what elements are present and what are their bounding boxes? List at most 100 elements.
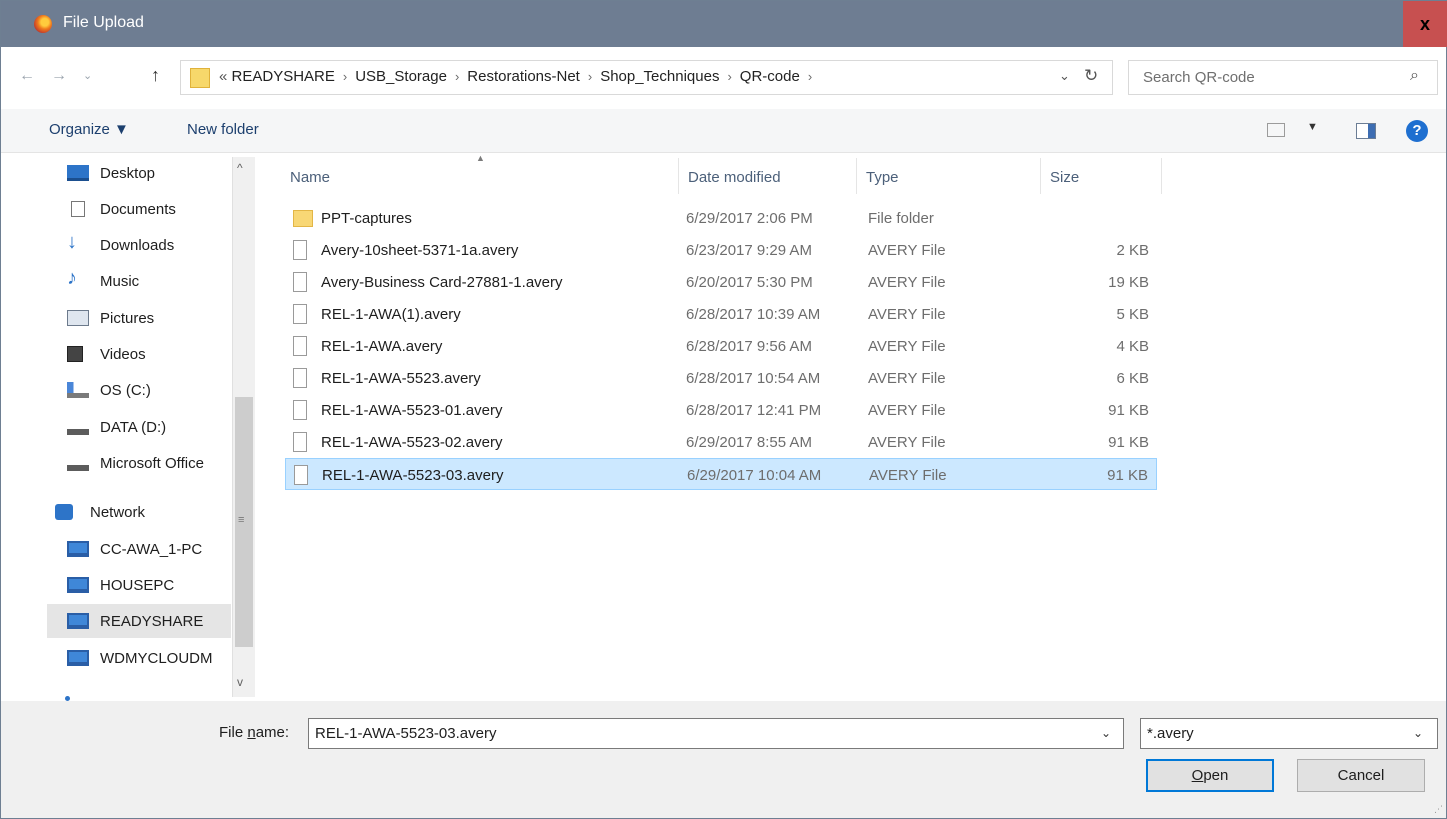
file-type: AVERY File [868,338,946,355]
column-header-label: Date modified [688,169,781,186]
file-date: 6/29/2017 8:55 AM [686,434,812,451]
close-button[interactable]: x [1403,1,1447,47]
recent-locations-chevron-icon[interactable]: ⌄ [83,69,92,82]
column-header-size[interactable]: Size [1041,158,1162,194]
resize-grip-icon[interactable]: ⋰ [1434,804,1443,815]
file-row[interactable]: REL-1-AWA-5523-02.avery 6/29/2017 8:55 A… [285,426,1157,458]
new-folder-button[interactable]: New folder [187,121,259,138]
command-bar: Organize ▼ New folder ▼ ? [1,109,1446,153]
nav-item-label: Videos [100,346,146,363]
file-row[interactable]: Avery-10sheet-5371-1a.avery 6/23/2017 9:… [285,234,1157,266]
address-dropdown-icon[interactable]: ⌄ [1059,68,1070,84]
help-icon[interactable]: ? [1406,120,1428,142]
breadcrumb-separator-icon[interactable]: › [808,69,812,84]
nav-item-label: Downloads [100,237,175,254]
nav-item-readyshare[interactable]: READYSHARE [47,604,231,638]
nav-item-label: Pictures [100,310,155,327]
breadcrumb-readyshare[interactable]: READYSHARE [232,68,335,85]
file-name-label-accesskey: n [247,724,256,741]
chevron-down-icon[interactable]: ⌄ [1101,726,1111,740]
pictures-icon [67,310,89,326]
file-row[interactable]: REL-1-AWA-5523.avery 6/28/2017 10:54 AM … [285,362,1157,394]
forward-arrow-icon[interactable]: → [51,67,67,85]
column-header-label: Type [866,169,899,186]
open-button[interactable]: Open [1146,759,1274,792]
drive-icon [67,419,89,435]
file-row[interactable]: Avery-Business Card-27881-1.avery 6/20/2… [285,266,1157,298]
view-options-icon[interactable] [1267,123,1285,137]
folder-icon [190,68,210,88]
search-placeholder: Search QR-code [1143,69,1255,86]
cancel-button[interactable]: Cancel [1297,759,1425,792]
nav-item-label: Microsoft Office [100,455,204,472]
column-header-label: Name [290,169,331,186]
file-name-input[interactable]: REL-1-AWA-5523-03.avery ⌄ [308,718,1124,749]
search-box[interactable]: Search QR-code ⌕ [1128,60,1438,95]
back-arrow-icon[interactable]: ← [19,67,35,85]
breadcrumb-separator-icon[interactable]: › [727,69,731,84]
nav-item-label: OS (C:) [100,382,151,399]
file-name-label: File name: [219,724,289,741]
nav-scrollbar[interactable]: ^ ≡ v [232,157,255,697]
folder-icon [293,210,313,227]
breadcrumb-shop-techniques[interactable]: Shop_Techniques [600,68,719,85]
open-accesskey: O [1191,767,1204,784]
file-name: REL-1-AWA(1).avery [321,306,461,323]
file-name: REL-1-AWA-5523-01.avery [321,402,503,419]
breadcrumb-qr-code[interactable]: QR-code [740,68,800,85]
breadcrumb-overflow[interactable]: « [219,68,227,85]
title-bar: File Upload x [1,1,1447,47]
column-header-type[interactable]: Type [857,158,1041,194]
breadcrumb-restorations-net[interactable]: Restorations-Net [467,68,580,85]
nav-item-label: Documents [100,201,176,218]
file-row[interactable]: REL-1-AWA(1).avery 6/28/2017 10:39 AM AV… [285,298,1157,330]
os-drive-icon [67,382,89,398]
breadcrumb-usb-storage[interactable]: USB_Storage [355,68,447,85]
file-size: 4 KB [1116,338,1149,355]
nav-item-label: Desktop [100,165,156,182]
preview-pane-icon[interactable] [1356,123,1376,139]
breadcrumb-separator-icon[interactable]: › [455,69,459,84]
file-type-filter[interactable]: *.avery ⌄ [1140,718,1438,749]
file-icon [294,465,308,485]
file-name: Avery-10sheet-5371-1a.avery [321,242,519,259]
nav-item-label: Music [100,273,140,290]
file-icon [293,400,307,420]
scroll-down-icon[interactable]: v [237,675,243,689]
breadcrumb-separator-icon[interactable]: › [588,69,592,84]
file-name-label-text: File [219,724,248,741]
file-row[interactable]: PPT-captures 6/29/2017 2:06 PM File fold… [285,202,1157,234]
window-title: File Upload [63,14,144,31]
nav-item-label: WDMYCLOUDM [100,650,213,667]
refresh-icon[interactable]: ↻ [1084,66,1098,86]
nav-item-label: HOUSEPC [100,577,175,594]
chevron-down-icon[interactable]: ⌄ [1413,726,1423,740]
file-icon [293,368,307,388]
file-date: 6/28/2017 9:56 AM [686,338,812,355]
address-bar[interactable]: « READYSHARE › USB_Storage › Restorations-Ne… [180,60,1113,95]
column-header-name[interactable]: Name [281,158,679,194]
file-row[interactable]: REL-1-AWA.avery 6/28/2017 9:56 AM AVERY … [285,330,1157,362]
nav-item-label: READYSHARE [100,613,204,630]
file-type-filter-value: *.avery [1147,725,1194,742]
computer-icon [67,650,89,666]
computer-icon [67,541,89,557]
file-date: 6/28/2017 10:39 AM [686,306,821,323]
file-row[interactable]: REL-1-AWA-5523-01.avery 6/28/2017 12:41 … [285,394,1157,426]
search-icon[interactable]: ⌕ [1410,67,1426,84]
file-name-label-text: ame: [255,724,290,741]
organize-button[interactable]: Organize ▼ [49,121,129,138]
file-name: Avery-Business Card-27881-1.avery [321,274,563,291]
view-dropdown-icon[interactable]: ▼ [1307,121,1318,133]
breadcrumb-separator-icon[interactable]: › [343,69,347,84]
file-type: AVERY File [868,370,946,387]
column-header-date[interactable]: Date modified [679,158,857,194]
documents-icon [71,201,85,217]
file-row-selected[interactable]: REL-1-AWA-5523-03.avery 6/29/2017 10:04 … [285,458,1157,490]
navigation-pane: Desktop Documents ↓ Downloads ♪ Music Pi… [1,153,255,701]
nav-item-label: CC-AWA_1-PC [100,541,203,558]
file-date: 6/28/2017 12:41 PM [686,402,822,419]
up-arrow-icon[interactable]: ↑ [151,65,160,86]
file-date: 6/20/2017 5:30 PM [686,274,813,291]
scroll-up-icon[interactable]: ^ [237,161,243,175]
